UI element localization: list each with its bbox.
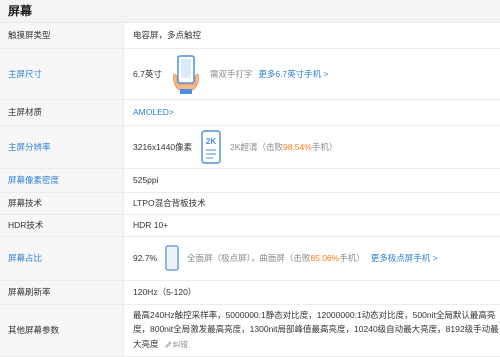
size-note: 需双手打字 [210, 68, 253, 80]
table-row: 屏幕占比 92.7% 全面屏（极点屏），曲面屏（击败85.06%手机） 更多极点… [0, 236, 500, 280]
row-value-material-cell: AMOLED> [124, 99, 500, 125]
row-label-ratio[interactable]: 屏幕占比 [0, 236, 124, 280]
correction-button[interactable]: 纠错 [165, 340, 188, 349]
row-value-density: 525ppi [124, 168, 500, 192]
resolution-value: 3216x1440像素 [133, 141, 192, 153]
row-label-other: 其他屏幕参数 [0, 304, 124, 356]
row-label-size[interactable]: 主屏尺寸 [0, 48, 124, 99]
more-size-phones-link[interactable]: 更多6.7英寸手机 > [258, 68, 328, 80]
other-line-1: 最高240Hz触控采样率，5000000:1静态对比度，12000000:1动态… [133, 308, 500, 323]
screen-spec-table: 触摸屏类型 电容屏，多点触控 主屏尺寸 6.7英寸 需双手打字 更多6.7英寸手… [0, 23, 500, 357]
phone-2k-icon: 2K [201, 130, 221, 164]
ratio-percent: 85.06% [310, 253, 339, 263]
section-title: 屏幕 [0, 0, 500, 23]
table-row: 屏幕像素密度 525ppi [0, 168, 500, 192]
row-value-touch-type: 电容屏，多点触控 [124, 23, 500, 48]
row-value-other-cell: 最高240Hz触控采样率，5000000:1静态对比度，12000000:1动态… [124, 304, 500, 356]
hand-typing-phone-icon [171, 54, 201, 94]
fullscreen-phone-icon [165, 245, 179, 271]
size-value: 6.7英寸 [133, 68, 162, 80]
table-row: HDR技术 HDR 10+ [0, 214, 500, 236]
table-row: 触摸屏类型 电容屏，多点触控 [0, 23, 500, 48]
row-value-ratio-cell: 92.7% 全面屏（极点屏），曲面屏（击败85.06%手机） 更多极点屏手机 > [124, 236, 500, 280]
material-link[interactable]: AMOLED> [133, 107, 174, 117]
row-label-resolution[interactable]: 主屏分辨率 [0, 125, 124, 168]
table-row: 主屏分辨率 3216x1440像素 2K 2K超清（击败98.54%手机） [0, 125, 500, 168]
resolution-note: 2K超清（击败98.54%手机） [230, 141, 337, 153]
table-row: 其他屏幕参数 最高240Hz触控采样率，5000000:1静态对比度，12000… [0, 304, 500, 356]
table-row: 屏幕技术 LTPO混合背板技术 [0, 192, 500, 214]
other-line-2: 度，800nit全局激发最高亮度，1300nit局部峰值最高亮度，10240级自… [133, 322, 500, 337]
row-value-hdr: HDR 10+ [124, 214, 500, 236]
row-label-density[interactable]: 屏幕像素密度 [0, 168, 124, 192]
table-row: 主屏尺寸 6.7英寸 需双手打字 更多6.7英寸手机 > [0, 48, 500, 99]
row-label-refresh: 屏幕刷新率 [0, 280, 124, 304]
resolution-percent: 98.54% [283, 142, 312, 152]
row-label-hdr: HDR技术 [0, 214, 124, 236]
more-ratio-phones-link[interactable]: 更多极点屏手机 > [371, 252, 438, 264]
ratio-value: 92.7% [133, 253, 157, 263]
table-row: 主屏材质 AMOLED> [0, 99, 500, 125]
other-line-3: 大亮度 [133, 339, 159, 349]
correction-label: 纠错 [173, 340, 188, 349]
row-label-tech: 屏幕技术 [0, 192, 124, 214]
table-row: 屏幕刷新率 120Hz（5-120） [0, 280, 500, 304]
row-label-material: 主屏材质 [0, 99, 124, 125]
row-value-refresh: 120Hz（5-120） [124, 280, 500, 304]
row-value-tech: LTPO混合背板技术 [124, 192, 500, 214]
row-value-resolution-cell: 3216x1440像素 2K 2K超清（击败98.54%手机） [124, 125, 500, 168]
ratio-note: 全面屏（极点屏），曲面屏（击败85.06%手机） [187, 252, 365, 264]
row-label-touch-type: 触摸屏类型 [0, 23, 124, 48]
row-value-size-cell: 6.7英寸 需双手打字 更多6.7英寸手机 > [124, 48, 500, 99]
phone-2k-badge: 2K [206, 137, 216, 146]
